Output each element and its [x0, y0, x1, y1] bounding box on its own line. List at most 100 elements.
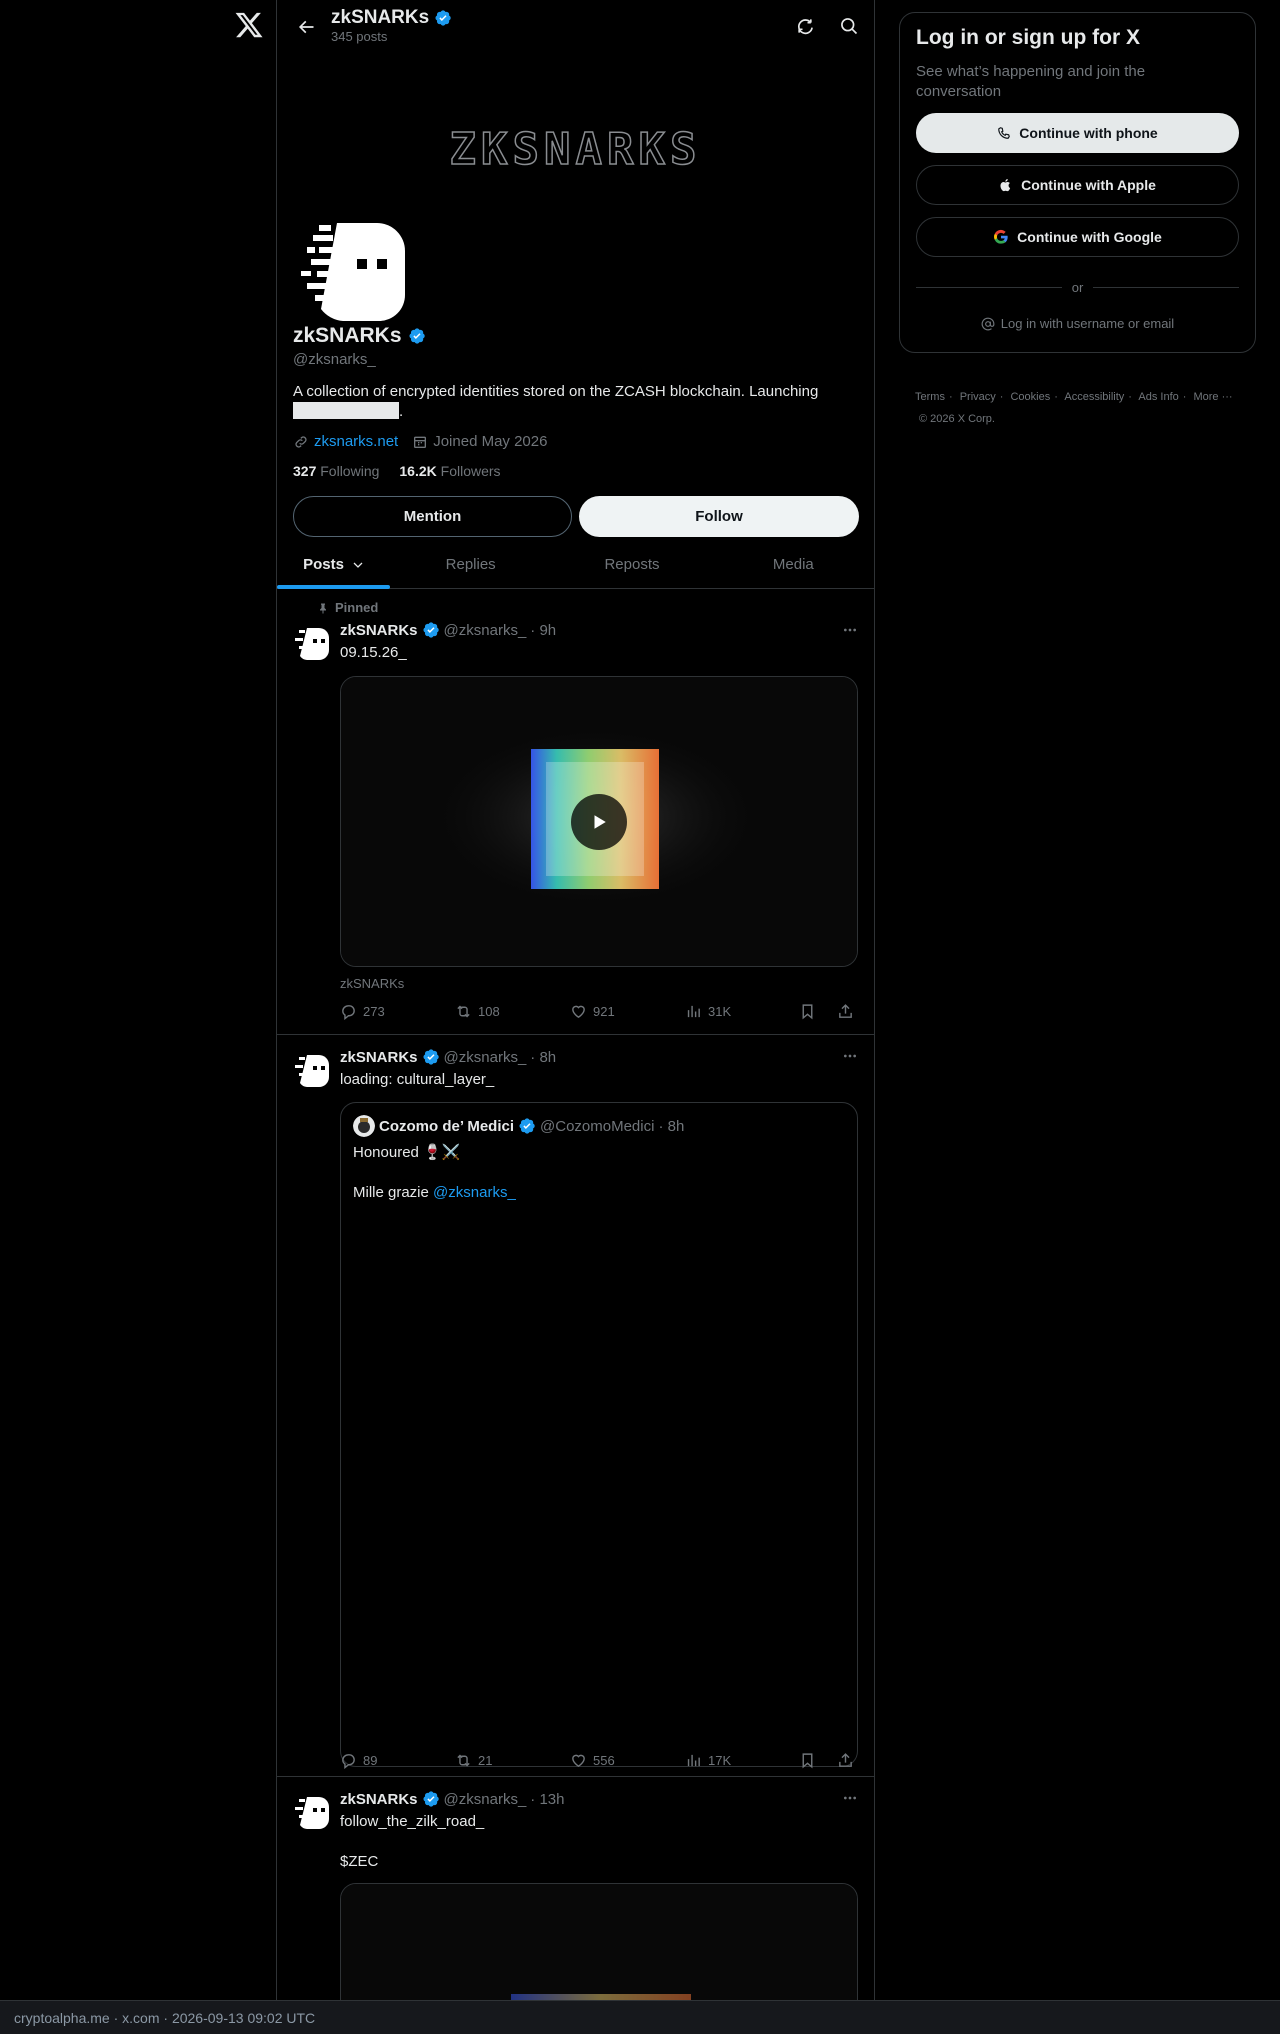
search-button[interactable]: [835, 12, 863, 40]
post-quote[interactable]: zkSNARKs @zksnarks_ · 8h loading: cultur…: [277, 1036, 874, 1777]
play-button[interactable]: [571, 793, 627, 850]
like-button[interactable]: 921: [570, 1003, 615, 1020]
like-count: 921: [593, 1004, 615, 1019]
like-button[interactable]: 556: [570, 1752, 615, 1769]
repost-button[interactable]: 108: [455, 1003, 500, 1020]
header-name: zkSNARKs: [331, 7, 430, 28]
post-time[interactable]: · 9h: [530, 622, 556, 639]
login-username-link[interactable]: Log in with username or email: [916, 316, 1239, 331]
post-avatar[interactable]: [293, 1793, 329, 1829]
reply-button[interactable]: 273: [340, 1003, 385, 1020]
profile-avatar[interactable]: [297, 213, 405, 321]
following-link[interactable]: 327 Following: [293, 463, 379, 479]
followers-link[interactable]: 16.2K Followers: [399, 463, 500, 479]
post-author-name[interactable]: zkSNARKs: [340, 622, 418, 639]
post-text: loading: cultural_layer_: [340, 1071, 495, 1088]
calendar-icon: [414, 436, 427, 448]
footer-ads-info-link[interactable]: Ads Info: [1138, 391, 1178, 403]
chevron-down-icon: [353, 562, 363, 568]
quoted-mention-link[interactable]: @zksnarks_: [433, 1184, 516, 1201]
reply-button[interactable]: 89: [340, 1752, 377, 1769]
more-options-button[interactable]: [840, 1788, 860, 1808]
continue-with-google-button[interactable]: Continue with Google: [916, 217, 1239, 257]
tab-posts[interactable]: Posts: [277, 541, 390, 589]
refresh-icon: [798, 19, 813, 35]
share-button[interactable]: [837, 1752, 854, 1769]
footer-links: Terms · Privacy · Cookies · Accessibility · …: [915, 386, 1255, 430]
quoted-avatar[interactable]: [353, 1115, 375, 1137]
verified-badge-icon: [435, 10, 451, 26]
share-button[interactable]: [837, 1003, 854, 1020]
x-logo-icon[interactable]: [234, 10, 266, 42]
footer-privacy-link[interactable]: Privacy: [960, 391, 996, 403]
post-text: follow_the_zilk_road_: [340, 1813, 485, 1830]
tab-media[interactable]: Media: [713, 541, 874, 588]
video-thumbnail: [341, 1884, 857, 2000]
play-icon: [594, 814, 606, 829]
continue-with-apple-button[interactable]: Continue with Apple: [916, 165, 1239, 205]
quoted-text-line2: Mille grazie @zksnarks_: [353, 1183, 516, 1203]
page: zkSNARKs 345 posts ZKSNARKS zkSNARKs @zk…: [0, 0, 1280, 2000]
quoted-author-name[interactable]: Cozomo de’ Medici: [379, 1118, 514, 1135]
repost-button[interactable]: 21: [455, 1752, 492, 1769]
footer-accessibility-link[interactable]: Accessibility: [1064, 391, 1124, 403]
post-time[interactable]: · 8h: [530, 1049, 556, 1066]
follow-counts: 327 Following 16.2K Followers: [293, 463, 501, 479]
more-options-button[interactable]: [840, 1046, 860, 1066]
post-time[interactable]: · 13h: [530, 1791, 564, 1808]
mention-button[interactable]: Mention: [293, 496, 572, 537]
post-author-handle[interactable]: @zksnarks_: [444, 1049, 527, 1066]
post-video[interactable]: [340, 676, 858, 967]
repost-icon: [457, 1754, 470, 1767]
top-bar: zkSNARKs 345 posts: [277, 0, 874, 52]
back-button[interactable]: [289, 10, 323, 44]
website-link[interactable]: zksnarks.net: [314, 433, 398, 450]
post-author-name[interactable]: zkSNARKs: [340, 1791, 418, 1808]
post-author-name[interactable]: zkSNARKs: [340, 1049, 418, 1066]
post-avatar[interactable]: [293, 624, 329, 660]
post-video[interactable]: [340, 1883, 858, 2000]
apple-icon: [1000, 179, 1011, 192]
login-label: Log in with username or email: [1000, 316, 1175, 331]
bookmark-button[interactable]: [799, 1752, 816, 1769]
link-icon: [295, 435, 307, 448]
verified-badge-icon: [519, 1118, 535, 1134]
refresh-button[interactable]: [791, 12, 819, 40]
post-author-handle[interactable]: @zksnarks_: [444, 1791, 527, 1808]
quoted-author-handle[interactable]: @CozomoMedici: [540, 1118, 654, 1135]
post-author-handle[interactable]: @zksnarks_: [444, 622, 527, 639]
post-pinned[interactable]: Pinned zkSNARKs @zksnarks_ · 9h 09.15.26…: [277, 590, 874, 1035]
post-avatar[interactable]: [293, 1051, 329, 1087]
reply-icon: [342, 1754, 355, 1769]
banner-text: ZKSNARKS: [449, 123, 702, 176]
google-label: Continue with Google: [1017, 229, 1162, 245]
search-icon: [841, 18, 858, 35]
header-posts-count: 345 posts: [331, 29, 388, 44]
footer-terms-link[interactable]: Terms: [915, 391, 945, 403]
verified-badge-icon[interactable]: [408, 327, 426, 345]
followers-count: 16.2K: [399, 463, 437, 479]
cashtag-link[interactable]: $ZEC: [340, 1852, 378, 1872]
views-button[interactable]: 17K: [685, 1752, 731, 1769]
profile-display-name: zkSNARKs: [293, 324, 402, 347]
follow-button[interactable]: Follow: [579, 496, 859, 537]
tab-reposts[interactable]: Reposts: [551, 541, 712, 588]
redacted-block: [293, 402, 399, 419]
profile-bio: A collection of encrypted identities sto…: [293, 382, 863, 422]
quoted-time[interactable]: · 8h: [658, 1118, 684, 1135]
footer-copyright: © 2026 X Corp.: [919, 413, 995, 425]
views-chart-icon: [687, 1005, 700, 1018]
footer-cookies-link[interactable]: Cookies: [1010, 391, 1050, 403]
continue-with-phone-button[interactable]: Continue with phone: [916, 113, 1239, 153]
more-options-button[interactable]: [840, 620, 860, 640]
views-button[interactable]: 31K: [685, 1003, 731, 1020]
reply-count: 273: [363, 1004, 385, 1019]
at-sign-icon: [981, 317, 995, 330]
quoted-post[interactable]: Cozomo de’ Medici @CozomoMedici · 8h Hon…: [340, 1102, 858, 1767]
post-text: 09.15.26_: [340, 644, 407, 661]
share-icon: [839, 1753, 852, 1767]
post-third[interactable]: zkSNARKs @zksnarks_ · 13h follow_the_zil…: [277, 1778, 874, 2000]
tab-replies[interactable]: Replies: [390, 541, 551, 588]
footer-more-link[interactable]: More ···: [1193, 391, 1232, 403]
bookmark-button[interactable]: [799, 1003, 816, 1020]
